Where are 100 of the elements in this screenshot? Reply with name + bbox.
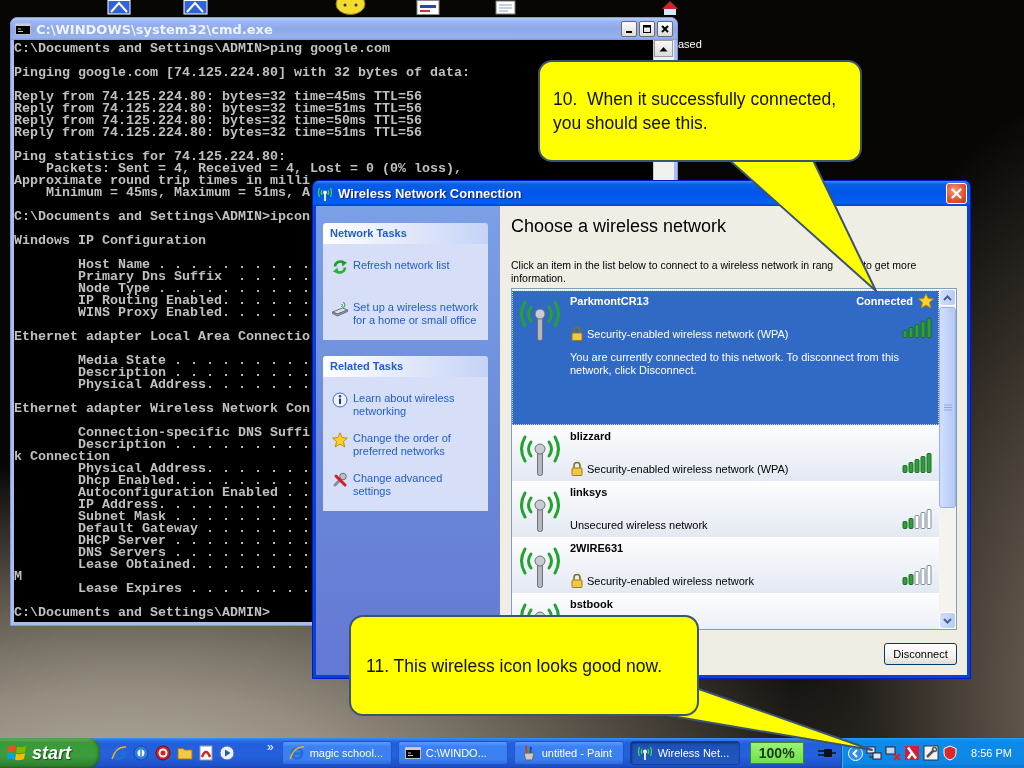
console-text: Physical Address. . . . . . .: [78, 379, 310, 391]
info-icon: [332, 392, 348, 408]
console-text: DNS Servers . . . . . . . . .: [78, 547, 310, 559]
terminal-icon: [404, 747, 421, 759]
antenna-icon: [636, 746, 653, 760]
security-type: Security-enabled wireless network: [587, 575, 754, 588]
desktop-icon[interactable]: [495, 0, 516, 15]
more-icons-button[interactable]: »: [267, 741, 274, 753]
network-name: bstbook: [570, 598, 613, 610]
console-text: WINS Proxy Enabled. . . . . .: [78, 307, 310, 319]
scroll-up-button[interactable]: [654, 40, 673, 57]
task-link[interactable]: Refresh network list: [332, 259, 482, 275]
scroll-down-button[interactable]: [939, 612, 956, 629]
console-text: Physical Address. . . . . . .: [78, 463, 310, 475]
console-text: Default Gateway . . . . . . .: [78, 523, 310, 535]
dialog-heading: Choose a wireless network: [511, 215, 728, 237]
console-text: k Connection: [14, 451, 110, 463]
start-button[interactable]: start: [0, 738, 100, 768]
console-text: Host Name . . . . . . . . . .: [78, 259, 310, 271]
console-text: Pinging google.com [74.125.224.80] with 32 bytes of data:: [14, 67, 470, 79]
play-icon[interactable]: [219, 745, 235, 761]
console-text: C:\Documents and Settings\ADMIN>ipcon: [14, 211, 310, 223]
network-name: blizzard: [570, 430, 611, 442]
callout-text: 11. This wireless icon looks good now.: [366, 654, 663, 678]
signal-strength-icon: [902, 318, 933, 338]
close-button[interactable]: [657, 21, 673, 37]
console-text: Ethernet adapter Local Area Connectio: [14, 331, 310, 343]
task-panel-title: Related Tasks: [323, 356, 488, 377]
desktop-icon-label: ased: [678, 38, 702, 50]
network-list-item[interactable]: blizzard Security-enabled wireless network (WPA): [512, 425, 939, 481]
close-icon: [951, 188, 962, 199]
network-list-item[interactable]: ParkmontCR13 Connected Security-enabled wireless network (WPA) You are currently connected to this network. To disconnect from this network, click Disconnect.: [512, 290, 939, 425]
window-title: Wireless Network Connection: [338, 186, 523, 201]
task-link[interactable]: Change the order of preferred networks: [332, 432, 482, 458]
network-list-item[interactable]: linksys Unsecured wireless network: [512, 481, 939, 537]
tools-icon[interactable]: [923, 745, 940, 761]
console-text: Lease Expires . . . . . . . .: [78, 583, 310, 595]
console-text: Lease Obtained. . . . . . . .: [78, 559, 310, 571]
taskbar-button[interactable]: untitled - Paint: [513, 741, 624, 765]
network-error-icon[interactable]: [885, 745, 902, 761]
task-link[interactable]: Learn about wireless networking: [332, 392, 482, 418]
desktop-icon[interactable]: [415, 0, 441, 15]
shield-icon[interactable]: [942, 745, 959, 761]
window-title: C:\WINDOWS\system32\cmd.exe: [36, 21, 274, 37]
taskbar-button[interactable]: magic school...: [281, 741, 392, 765]
antenna-icon: [317, 186, 333, 201]
plug-icon[interactable]: [817, 747, 836, 759]
scrollbar-thumb[interactable]: [939, 307, 956, 508]
flag-icon: [7, 744, 27, 762]
minimize-button[interactable]: [621, 21, 637, 37]
console-text: Primary Dns Suffix . . . . .: [78, 271, 310, 283]
network-icon[interactable]: [866, 745, 883, 761]
taskbar-button[interactable]: Wireless Net...: [629, 741, 740, 765]
console-text: Description . . . . . . . . .: [78, 439, 310, 451]
console-text: Windows IP Configuration: [14, 235, 206, 247]
task-link[interactable]: Set up a wireless network for a home or small office: [332, 301, 482, 327]
terminal-icon: [15, 23, 31, 35]
security-type: Security-enabled wireless network (WPA): [587, 463, 789, 476]
taskbar-button[interactable]: C:\WINDO...: [397, 741, 508, 765]
grip-icon: [943, 404, 952, 411]
console-text: Description . . . . . . . . .: [78, 367, 310, 379]
console-text: IP Routing Enabled. . . . . .: [78, 295, 310, 307]
console-text: Packets: Sent = 4, Received = 4, Lost = 0 (0% loss),: [46, 163, 462, 175]
folder-icon[interactable]: [177, 746, 193, 760]
security-type: Unsecured wireless network: [570, 519, 708, 532]
console-text: C:\Documents and Settings\ADMIN>ping google.com: [14, 43, 390, 55]
network-list-item[interactable]: 2WIRE631 Security-enabled wireless network: [512, 537, 939, 593]
app-icon[interactable]: [155, 745, 171, 761]
console-text: DHCP Server . . . . . . . . .: [78, 535, 310, 547]
signal-strength-icon: [902, 565, 933, 585]
console-text: Minimum = 45ms, Maximum = 51ms, A: [46, 187, 310, 199]
maximize-button[interactable]: [639, 21, 655, 37]
console-text: Dhcp Enabled. . . . . . . . .: [78, 475, 310, 487]
browser-icon[interactable]: [111, 745, 127, 761]
console-text: C:\Documents and Settings\ADMIN>: [14, 607, 270, 619]
disconnect-button[interactable]: Disconnect: [884, 643, 957, 665]
callout-text: 10. When it successfully connected, you should see this.: [553, 88, 838, 135]
console-text: Reply from 74.125.224.80: bytes=32 time=50ms TTL=56: [14, 115, 422, 127]
desktop-icon[interactable]: [661, 0, 679, 15]
task-link[interactable]: Change advanced settings: [332, 472, 482, 498]
console-text: Reply from 74.125.224.80: bytes=32 time=51ms TTL=56: [14, 127, 422, 139]
network-name: linksys: [570, 486, 608, 498]
percent-indicator: 100%: [749, 742, 804, 764]
console-text: Subnet Mask . . . . . . . . .: [78, 511, 310, 523]
star-icon: [332, 432, 348, 448]
console-text: Connection-specific DNS Suffi: [78, 427, 310, 439]
tools-icon: [332, 472, 348, 488]
maximize-icon: [643, 25, 651, 33]
app-icon[interactable]: [904, 745, 921, 761]
browser-icon: [288, 745, 305, 761]
network-description: You are currently connected to this network. To disconnect from this network, click Disconnect.: [570, 351, 900, 377]
signal-strength-icon: [902, 509, 933, 529]
up-arrow-icon: [659, 45, 668, 52]
console-text: Reply from 74.125.224.80: bytes=32 time=51ms TTL=56: [14, 103, 422, 115]
console-text: Ethernet adapter Wireless Network Con: [14, 403, 310, 415]
console-text: Approximate round trip times in milli: [14, 175, 310, 187]
network-name: 2WIRE631: [570, 542, 624, 554]
document-icon[interactable]: [199, 745, 213, 761]
app-icon[interactable]: [133, 745, 149, 761]
desktop-icon[interactable]: [335, 0, 366, 15]
